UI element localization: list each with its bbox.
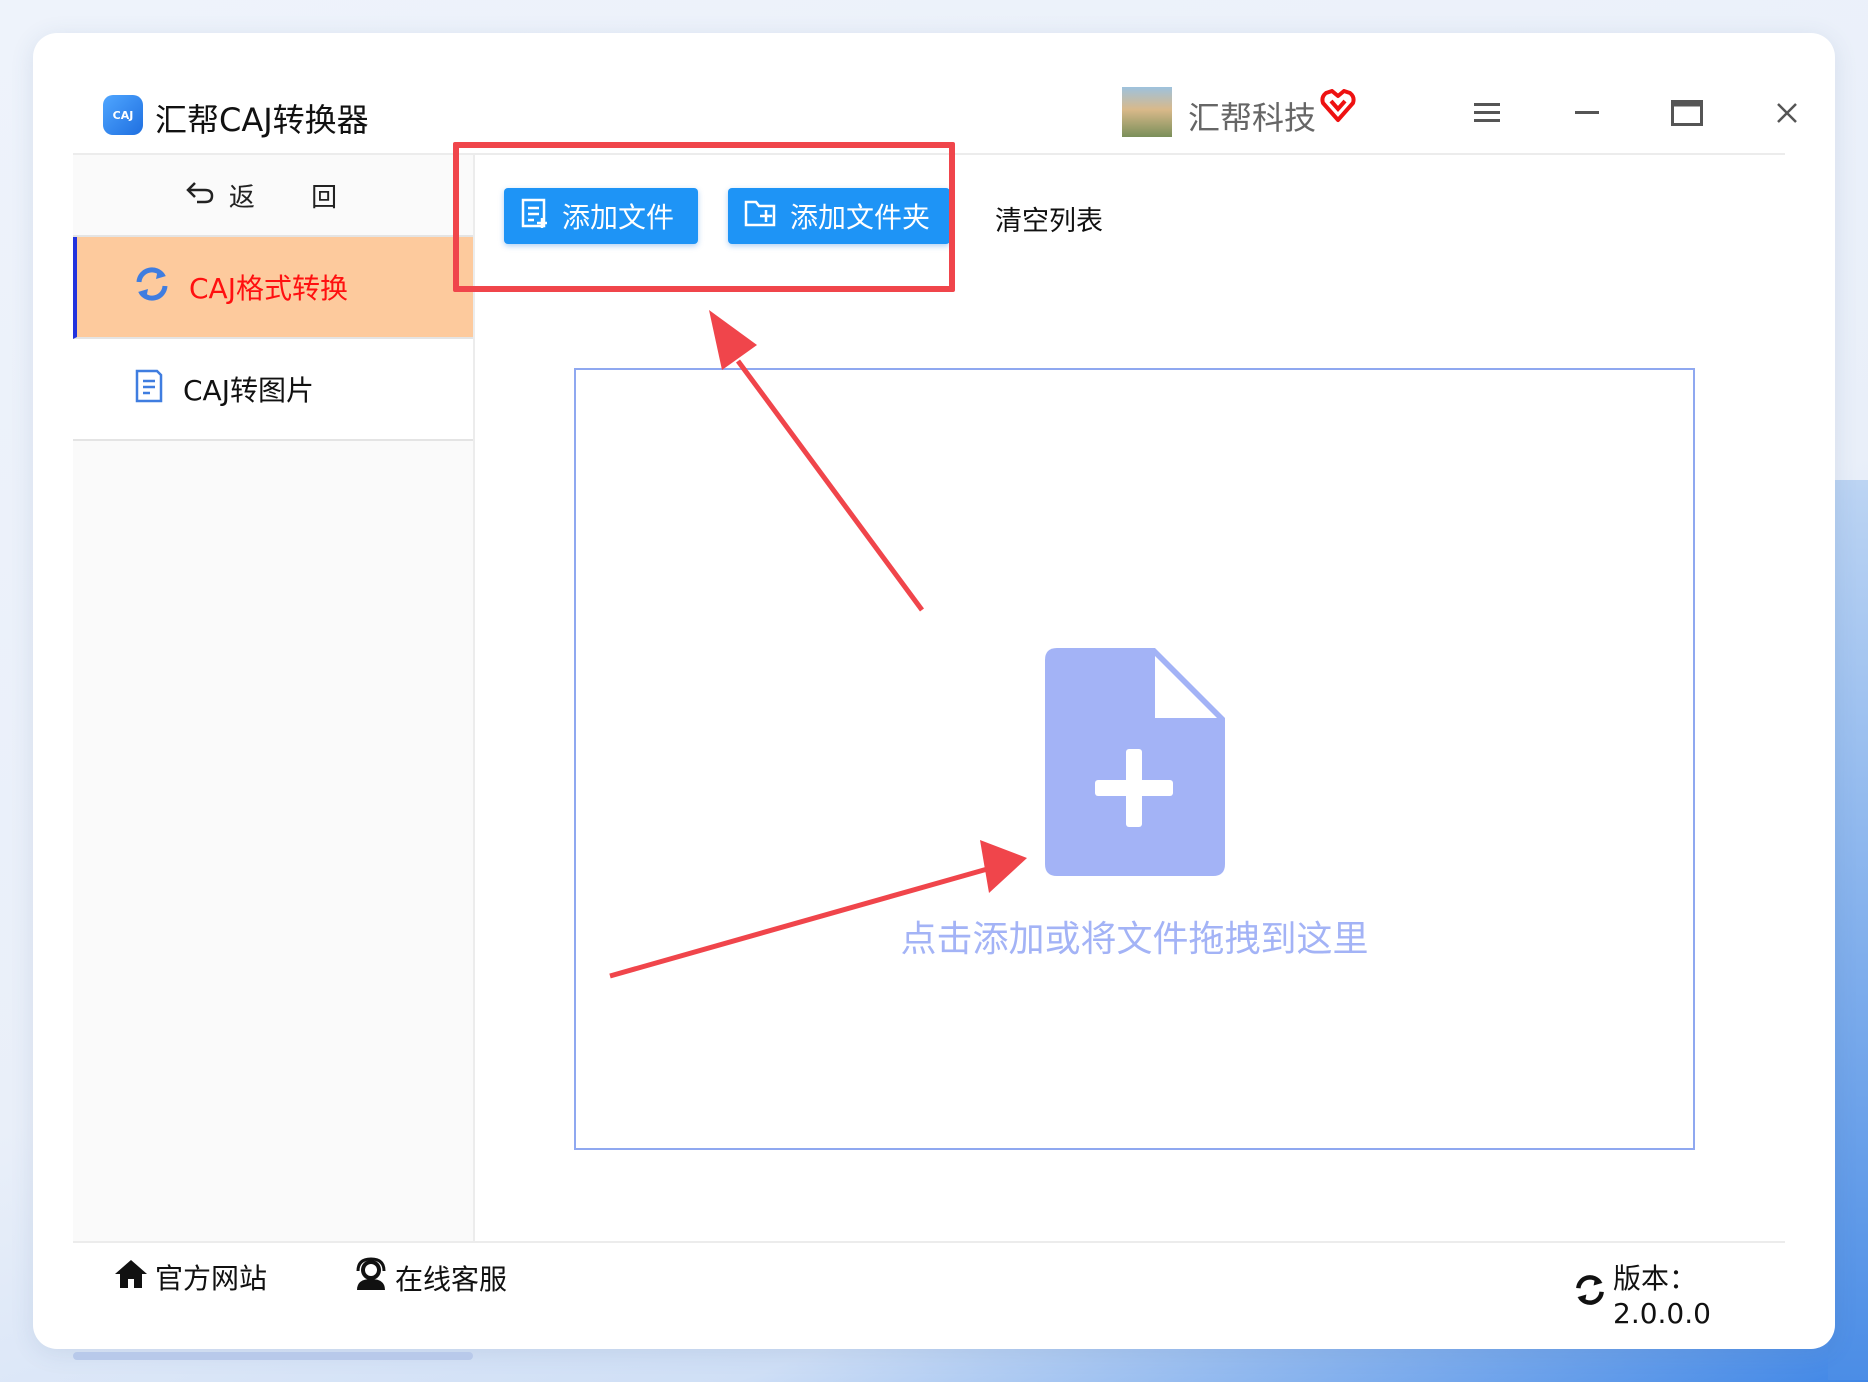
status-bar: 官方网站 在线客服 版本：2.0.0.0 bbox=[73, 1241, 1785, 1330]
annotation-arrow-right bbox=[609, 840, 1027, 979]
version-info: 版本：2.0.0.0 bbox=[1573, 1257, 1785, 1330]
scrollbar[interactable] bbox=[73, 1352, 473, 1360]
online-service-label: 在线客服 bbox=[395, 1262, 508, 1296]
customer-service-icon bbox=[353, 1257, 389, 1298]
refresh-icon bbox=[1573, 1273, 1607, 1314]
app-window: CAJ 汇帮CAJ转换器 汇帮科技 返 回 CAJ格式转换 CAJ转图片 添加文… bbox=[33, 33, 1835, 1349]
online-service-link[interactable]: 在线客服 bbox=[353, 1257, 507, 1298]
annotation-arrows bbox=[609, 310, 1027, 979]
annotation-arrow-up bbox=[709, 310, 925, 612]
home-icon bbox=[113, 1258, 149, 1297]
version-label: 版本：2.0.0.0 bbox=[1613, 1262, 1711, 1330]
official-website-link[interactable]: 官方网站 bbox=[113, 1257, 267, 1297]
official-website-label: 官方网站 bbox=[155, 1262, 268, 1295]
